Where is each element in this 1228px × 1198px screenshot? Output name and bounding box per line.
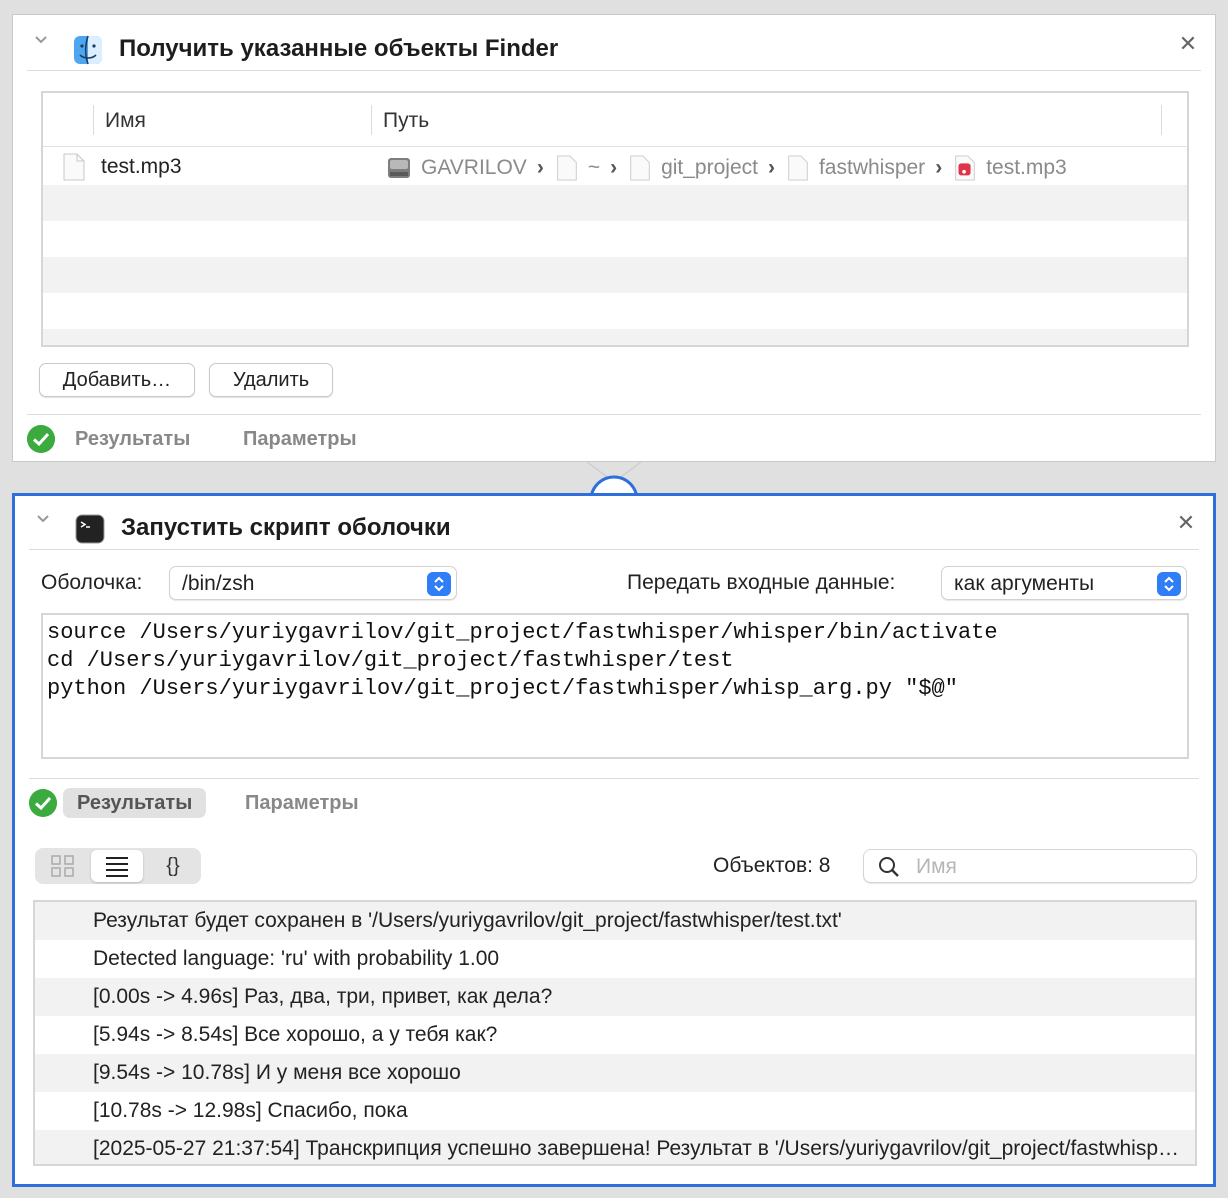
results-list: Результат будет сохранен в '/Users/yuriy… [33,900,1197,1166]
column-divider [1161,105,1162,135]
list-item[interactable]: [0.00s -> 4.96s] Раз, два, три, привет, … [35,978,1195,1016]
chevron-right-icon: › [536,156,544,179]
list-icon [106,857,128,877]
terminal-icon [75,514,105,544]
chevron-down-icon[interactable] [35,34,47,46]
list-item[interactable]: [5.94s -> 8.54s] Все хорошо, а у тебя ка… [35,1016,1195,1054]
object-count: Объектов: 8 [713,854,831,877]
result-text: Detected language: 'ru' with probability… [93,947,500,970]
action-header: Запустить скрипт оболочки ✕ [29,498,1199,550]
close-icon[interactable]: ✕ [1175,31,1201,57]
path-segment: git_project [661,156,758,179]
result-text: [9.54s -> 10.78s] И у меня все хорошо [93,1061,461,1084]
pass-input-select[interactable]: как аргументы [941,566,1187,600]
icon-view-button[interactable] [37,850,89,882]
json-view-button[interactable]: {} [147,850,199,882]
shell-action-panel: Запустить скрипт оболочки ✕ Оболочка: /b… [12,493,1216,1187]
search-icon [879,857,899,877]
list-item[interactable]: [2025-05-27 21:37:54] Транскрипция успеш… [35,1130,1195,1164]
finder-icon [74,35,102,65]
chevron-right-icon: › [935,156,943,179]
pass-input-select-value: как аргументы [954,572,1095,595]
column-header-path[interactable]: Путь [383,109,429,133]
search-input[interactable]: Имя [863,849,1197,883]
table-row-empty [43,221,1187,257]
action-footer: Результаты Параметры [29,778,1199,826]
grid-icon [51,855,74,877]
document-icon [630,155,650,181]
close-icon[interactable]: ✕ [1173,510,1199,536]
path-segment: fastwhisper [818,156,926,179]
table-header: Имя Путь [43,93,1187,147]
table-row[interactable]: test.mp3 GAVRILOV › ~ › git_project › fastwhis… [43,149,1187,185]
updown-arrows-icon [427,572,451,596]
add-button[interactable]: Добавить… [39,363,195,397]
disk-icon [388,158,410,178]
action-title: Запустить скрипт оболочки [121,514,451,541]
path-segment: ~ [587,156,601,179]
tab-results[interactable]: Результаты [63,788,207,818]
tab-options[interactable]: Параметры [229,424,371,454]
list-item[interactable]: Результат будет сохранен в '/Users/yuriy… [35,902,1195,940]
column-divider [371,105,372,135]
checkmark-icon [29,789,57,817]
table-row-empty [43,293,1187,329]
list-item[interactable]: Detected language: 'ru' with probability… [35,940,1195,978]
shell-select[interactable]: /bin/zsh [169,566,457,600]
column-header-name[interactable]: Имя [105,109,146,133]
result-text: [0.00s -> 4.96s] Раз, два, три, привет, … [93,985,553,1008]
tab-results[interactable]: Результаты [61,424,204,454]
document-icon [788,155,808,181]
list-item[interactable]: [10.78s -> 12.98s] Спасибо, пока [35,1092,1195,1130]
list-view-button[interactable] [91,850,143,882]
music-file-icon [955,155,975,181]
tab-options[interactable]: Параметры [231,788,373,818]
view-mode-control: {} [35,848,201,884]
checkmark-icon [27,425,55,453]
search-placeholder: Имя [916,855,957,878]
result-text: Результат будет сохранен в '/Users/yuriy… [93,909,842,932]
table-row-empty [43,185,1187,221]
chevron-right-icon: › [767,156,775,179]
action-footer: Результаты Параметры [27,414,1201,462]
column-divider [93,105,94,135]
shell-label: Оболочка: [41,571,143,594]
document-icon [63,153,85,181]
action-header: Получить указанные объекты Finder ✕ [27,19,1201,71]
shell-select-value: /bin/zsh [182,572,255,595]
list-item[interactable]: [9.54s -> 10.78s] И у меня все хорошо [35,1054,1195,1092]
table-row-empty [43,257,1187,293]
chevron-down-icon[interactable] [37,513,49,525]
path-segment: test.mp3 [986,156,1067,179]
result-text: [2025-05-27 21:37:54] Транскрипция успеш… [93,1137,1181,1160]
remove-button[interactable]: Удалить [209,363,333,397]
file-name: test.mp3 [101,155,182,178]
pass-input-label: Передать входные данные: [627,571,896,594]
path-segment: GAVRILOV [421,156,527,179]
result-text: [5.94s -> 8.54s] Все хорошо, а у тебя ка… [93,1023,498,1046]
result-text: [10.78s -> 12.98s] Спасибо, пока [93,1099,408,1122]
file-path: GAVRILOV › ~ › git_project › fastwhisper › test.… [387,155,1077,181]
action-title: Получить указанные объекты Finder [119,35,559,62]
table-row-empty [43,329,1187,345]
finder-action-panel: Получить указанные объекты Finder ✕ Имя … [12,14,1216,462]
chevron-right-icon: › [610,156,618,179]
document-icon [557,155,577,181]
finder-items-table: Имя Путь test.mp3 GAVRILOV › ~ › git_project… [41,91,1189,347]
updown-arrows-icon [1157,572,1181,596]
script-editor[interactable]: source /Users/yuriygavrilov/git_project/… [41,613,1189,759]
